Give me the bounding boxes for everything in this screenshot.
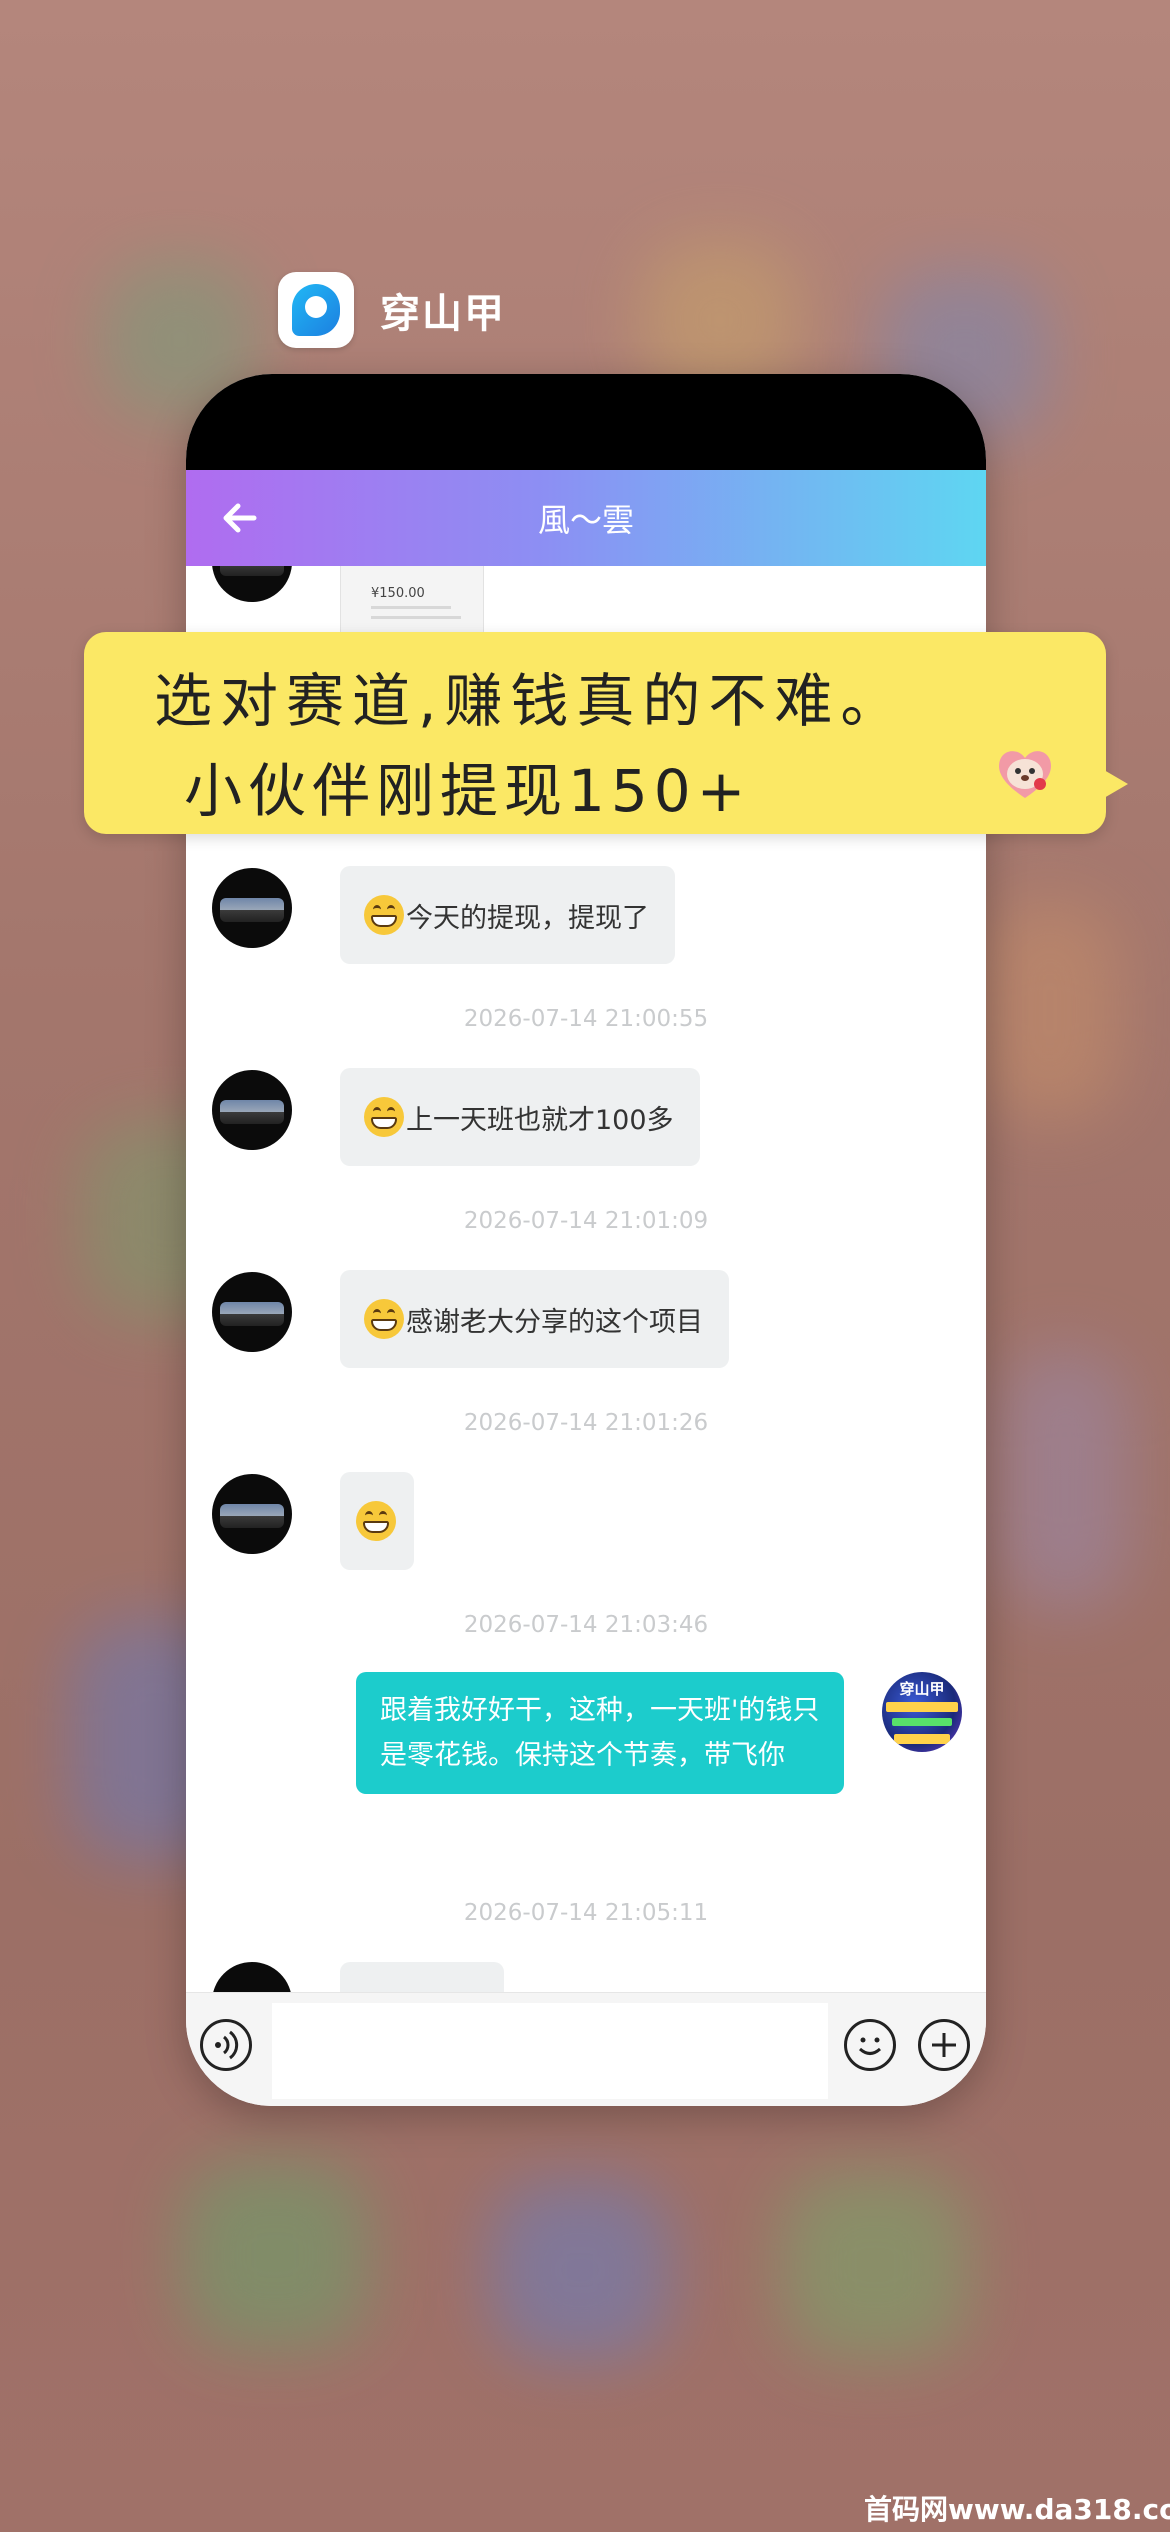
timestamp: 2026-07-14 21:05:11 bbox=[463, 1900, 709, 1926]
incoming-message[interactable] bbox=[340, 1472, 414, 1570]
add-icon[interactable] bbox=[918, 2019, 970, 2071]
caption-line-2: 小伙伴刚提现150+ bbox=[184, 757, 752, 825]
app-icon[interactable] bbox=[278, 272, 354, 348]
message-text: 跟着我好好干，这种，一天班'的钱只是零花钱。保持这个节奏，带飞你 bbox=[380, 1695, 820, 1771]
message-input[interactable] bbox=[272, 2003, 828, 2099]
contact-avatar[interactable] bbox=[212, 1962, 292, 1992]
message-text: 今天的提现，提现了 bbox=[406, 902, 649, 934]
grin-emoji-icon bbox=[364, 1299, 404, 1339]
timestamp: 2026-07-14 21:03:46 bbox=[463, 1612, 709, 1638]
timestamp: 2026-07-14 21:01:26 bbox=[463, 1410, 709, 1436]
incoming-message[interactable]: 今天的提现，提现了 bbox=[340, 866, 675, 964]
message-text: 上一天班也就才100多 bbox=[406, 1104, 674, 1136]
contact-avatar[interactable] bbox=[212, 868, 292, 948]
grin-emoji-icon bbox=[356, 1501, 396, 1541]
incoming-message[interactable]: 上一天班也就才100多 bbox=[340, 1068, 700, 1166]
caption-line-1: 选对赛道,赚钱真的不难。 bbox=[154, 667, 907, 735]
chat-input-bar bbox=[186, 1992, 986, 2106]
app-name: 穿山甲 bbox=[380, 291, 506, 337]
outgoing-message[interactable]: 跟着我好好干，这种，一天班'的钱只是零花钱。保持这个节奏，带飞你 bbox=[356, 1672, 844, 1794]
timestamp: 2026-07-14 21:00:55 bbox=[463, 1006, 709, 1032]
promo-overlay-caption: 选对赛道,赚钱真的不难。 小伙伴刚提现150+ bbox=[84, 632, 1128, 834]
status-bar-area bbox=[186, 374, 986, 470]
contact-avatar[interactable] bbox=[212, 566, 292, 602]
incoming-message[interactable]: 感谢老大分享的这个项目 bbox=[340, 1270, 729, 1368]
screenshot-image-message[interactable]: ¥150.00 bbox=[340, 566, 484, 633]
emoji-picker-icon[interactable] bbox=[844, 2019, 896, 2071]
my-avatar[interactable]: 穿山甲 bbox=[882, 1672, 962, 1752]
back-arrow-icon[interactable] bbox=[214, 492, 266, 544]
incoming-message[interactable] bbox=[340, 1962, 504, 1992]
cute-pet-emoji-icon bbox=[999, 751, 1051, 798]
contact-avatar[interactable] bbox=[212, 1474, 292, 1554]
app-switcher-header[interactable]: 穿山甲 bbox=[278, 272, 506, 348]
grin-emoji-icon bbox=[364, 895, 404, 935]
chat-title: 風～雲 bbox=[537, 501, 634, 539]
voice-icon[interactable] bbox=[200, 2019, 252, 2071]
grin-emoji-icon bbox=[364, 1097, 404, 1137]
contact-avatar[interactable] bbox=[212, 1070, 292, 1150]
message-text: 感谢老大分享的这个项目 bbox=[406, 1306, 703, 1338]
contact-avatar[interactable] bbox=[212, 1272, 292, 1352]
screenshot-amount: ¥150.00 bbox=[371, 586, 425, 601]
avatar-label: 穿山甲 bbox=[899, 1680, 945, 1698]
watermark: 首码网www.da318.com bbox=[864, 2493, 1170, 2526]
chat-nav-bar: 風～雲 bbox=[186, 470, 986, 566]
timestamp: 2026-07-14 21:01:09 bbox=[463, 1208, 709, 1234]
